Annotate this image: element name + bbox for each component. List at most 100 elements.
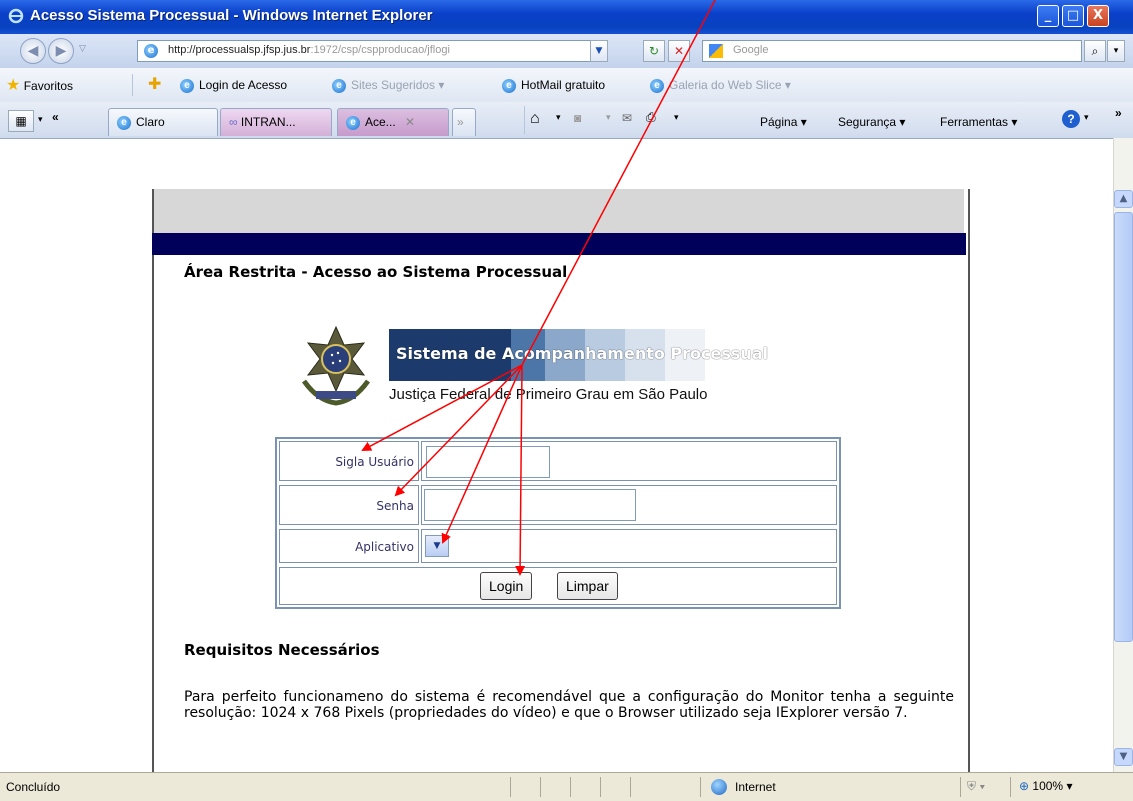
toolbar-overflow-icon[interactable]: »: [1115, 106, 1122, 120]
shield-icon: ⛨: [967, 779, 977, 793]
user-label: Sigla Usuário: [335, 455, 414, 469]
protected-mode-button[interactable]: ⛨ ▾: [960, 777, 1010, 797]
window-title-bar: Acesso Sistema Processual - Windows Inte…: [0, 0, 1133, 34]
ie-logo-icon: [8, 8, 24, 24]
tab-list-dropdown[interactable]: ▾: [38, 114, 43, 125]
print-dropdown-icon[interactable]: ▾: [674, 112, 679, 123]
favorites-label: Favoritos: [23, 79, 74, 93]
search-input[interactable]: Google: [702, 40, 1082, 62]
url-path: :1972/csp/cspproducao/jflogi: [310, 44, 450, 56]
help-icon[interactable]: ?: [1062, 110, 1080, 128]
page-icon: e: [117, 115, 131, 130]
app-label: Aplicativo: [355, 540, 414, 554]
password-input-cell: [421, 485, 837, 525]
tab-close-icon[interactable]: ✕: [405, 115, 415, 129]
home-icon[interactable]: ⌂: [530, 110, 540, 128]
clear-button[interactable]: Limpar: [557, 572, 618, 600]
back-arrow-icon: ◀: [27, 43, 39, 59]
login-form: Sigla Usuário Senha Aplicativo ▼ Login L…: [275, 437, 841, 609]
logo-title: Sistema de Acompanhamento Processual: [396, 344, 769, 363]
buttons-cell: Login Limpar: [279, 567, 837, 605]
page-icon: e: [332, 78, 346, 93]
requirements-text: Para perfeito funcionameno do sistema é …: [184, 689, 954, 721]
tab-claro[interactable]: e Claro: [108, 108, 218, 136]
address-input[interactable]: e http://processualsp.jfsp.jus.br:1972/c…: [137, 40, 607, 62]
close-button[interactable]: X: [1087, 5, 1109, 27]
address-toolbar: ◀ ▶ ▽ e http://processualsp.jfsp.jus.br:…: [0, 34, 1133, 69]
refresh-icon: ↻: [648, 44, 660, 58]
zone-text: Internet: [735, 780, 776, 794]
scroll-up-button[interactable]: ▲: [1114, 190, 1133, 208]
maximize-button[interactable]: □: [1062, 5, 1084, 27]
page-title: Área Restrita - Acesso ao Sistema Proces…: [184, 263, 568, 281]
favorite-login-acesso[interactable]: e Login de Acesso: [180, 78, 287, 93]
tools-menu[interactable]: Ferramentas ▾: [940, 115, 1017, 129]
scrollbar-thumb[interactable]: [1114, 212, 1133, 642]
search-button[interactable]: ⌕: [1084, 40, 1106, 62]
coat-of-arms-icon: [301, 325, 371, 406]
search-options-button[interactable]: ▾: [1107, 40, 1125, 62]
search-placeholder: Google: [733, 44, 769, 56]
home-dropdown-icon[interactable]: ▾: [556, 112, 561, 123]
tabs-scroll-left-icon[interactable]: «: [52, 110, 59, 124]
user-input-cell: [421, 441, 837, 481]
chevron-down-icon: ▼: [595, 46, 603, 56]
page-icon: e: [180, 78, 194, 93]
user-input[interactable]: [426, 446, 550, 478]
favorite-hotmail[interactable]: e HotMail gratuito: [502, 78, 605, 93]
page-icon: e: [650, 78, 664, 93]
stop-icon: ✕: [673, 44, 685, 58]
security-menu[interactable]: Segurança ▾: [838, 115, 905, 129]
forward-button[interactable]: ▶: [48, 38, 74, 64]
login-button[interactable]: Login: [480, 572, 533, 600]
chevron-down-icon: ▾: [1066, 779, 1073, 793]
app-select[interactable]: ▼: [425, 535, 449, 557]
quick-tabs-button[interactable]: ▦: [8, 110, 34, 132]
maximize-icon: □: [1066, 8, 1080, 23]
refresh-button[interactable]: ↻: [643, 40, 665, 62]
address-dropdown-button[interactable]: ▼: [590, 40, 608, 62]
minimize-button[interactable]: _: [1037, 5, 1059, 27]
favorites-button[interactable]: ★ Favoritos: [6, 75, 73, 95]
close-icon: X: [1092, 8, 1104, 23]
tab-acesso[interactable]: e Ace... ✕: [337, 108, 449, 136]
chevron-down-icon: ▼: [433, 541, 441, 551]
tab-intranet[interactable]: ∞ INTRAN...: [220, 108, 332, 136]
grid-icon: ▦: [15, 114, 27, 128]
globe-icon: [711, 779, 727, 795]
stop-button[interactable]: ✕: [668, 40, 690, 62]
tabs-more-icon: »: [457, 115, 464, 129]
favorite-sites-sugeridos[interactable]: e Sites Sugeridos ▾: [332, 78, 444, 93]
mail-icon[interactable]: ✉: [622, 111, 632, 125]
app-select-cell: ▼: [421, 529, 837, 563]
page-viewport: Área Restrita - Acesso ao Sistema Proces…: [0, 138, 1113, 773]
chevron-down-icon: ▼: [1119, 751, 1128, 762]
forward-arrow-icon: ▶: [55, 43, 67, 59]
chevron-down-icon: ▾: [979, 779, 986, 793]
scroll-down-button[interactable]: ▼: [1114, 748, 1133, 766]
app-label-cell: Aplicativo: [279, 529, 419, 563]
help-dropdown-icon[interactable]: ▾: [1084, 112, 1089, 123]
logo-subtitle: Justiça Federal de Primeiro Grau em São …: [389, 386, 708, 403]
zoom-button[interactable]: ⊕ 100% ▾: [1010, 777, 1110, 797]
favorite-web-slice[interactable]: e Galeria do Web Slice ▾: [650, 78, 791, 93]
feeds-icon[interactable]: ◙: [574, 111, 581, 125]
favorites-bar: ★ Favoritos ✚ e Login de Acesso e Sites Su…: [0, 68, 1133, 103]
page-menu[interactable]: Página ▾: [760, 115, 807, 129]
zoom-level: 100%: [1032, 779, 1064, 793]
password-input[interactable]: [424, 489, 636, 521]
url-host: http://processualsp.jfsp.jus.br: [168, 44, 311, 56]
user-label-cell: Sigla Usuário: [279, 441, 419, 481]
new-tab-button[interactable]: »: [452, 108, 476, 136]
tab-bar: ▦ ▾ « e Claro ∞ INTRAN... e Ace... ✕ » ⌂ ▾…: [0, 102, 1133, 139]
add-favorite-icon[interactable]: ✚: [148, 74, 161, 94]
back-button[interactable]: ◀: [20, 38, 46, 64]
history-dropdown-icon[interactable]: ▽: [79, 44, 86, 54]
print-icon[interactable]: ⎙: [646, 110, 656, 125]
header-navy-band: [152, 233, 966, 255]
zone-segment: Internet: [700, 777, 930, 797]
zoom-icon: ⊕: [1019, 779, 1030, 793]
requirements-title: Requisitos Necessários: [184, 641, 380, 659]
header-gray-band-fill: [154, 189, 964, 233]
feeds-dropdown-icon[interactable]: ▾: [606, 112, 611, 123]
